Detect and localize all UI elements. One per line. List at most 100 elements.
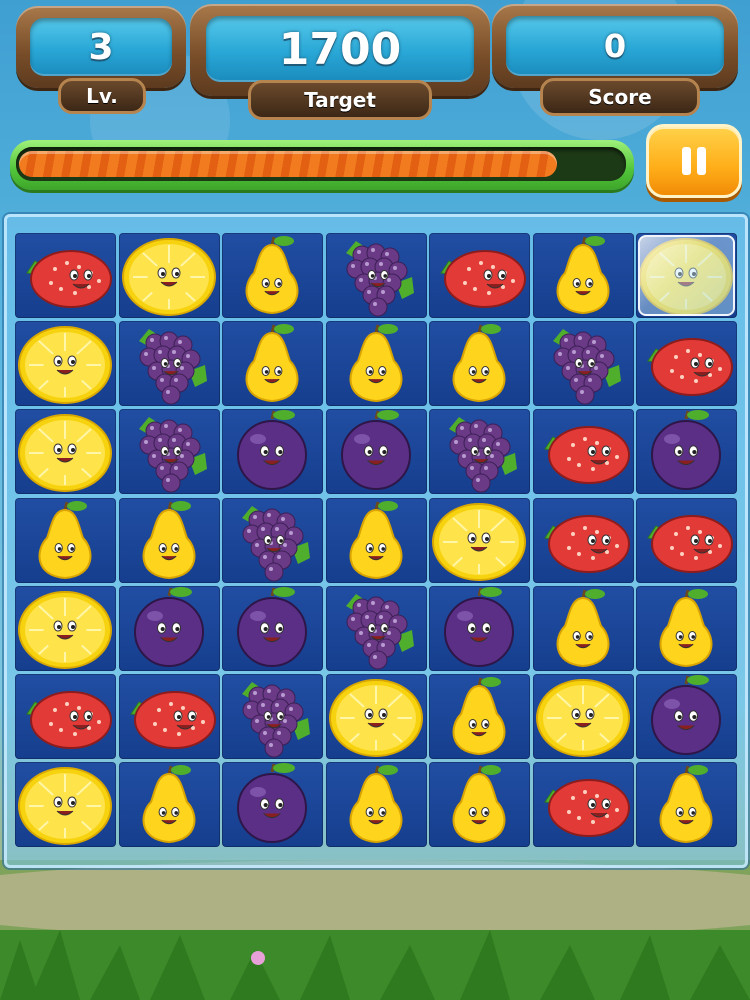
tile-pear[interactable] [325,321,427,407]
tile-lemon[interactable] [15,585,116,671]
strawberry-icon [129,691,216,749]
plum-icon [237,763,307,844]
score-value: 0 [506,16,724,76]
grape-icon [345,593,414,670]
grape-icon [138,417,207,493]
pear-icon [142,765,195,844]
tile-pear[interactable] [429,674,530,759]
grape-icon [449,417,517,493]
tile-strawberry[interactable] [429,233,530,318]
tile-pear[interactable] [118,762,220,848]
tile-plum[interactable] [222,409,323,495]
plum-icon [651,675,721,755]
plum-icon [133,586,204,667]
strawberry-icon [26,250,112,308]
strawberry-icon [543,514,630,573]
tile-pear[interactable] [532,585,634,671]
target-value: 1700 [206,16,474,82]
tile-lemon[interactable] [15,762,116,848]
tile-grid [15,233,737,849]
lemon-icon [18,414,112,493]
tile-pear[interactable] [532,233,634,318]
strawberry-icon [26,691,112,749]
game-board [4,214,748,868]
tile-strawberry[interactable] [532,497,634,583]
pear-icon [349,765,402,844]
pause-button[interactable] [646,124,742,198]
lemon-icon [18,767,112,846]
tile-strawberry[interactable] [15,233,116,318]
strawberry-icon [543,426,630,485]
tile-strawberry[interactable] [636,497,737,583]
tile-lemon[interactable] [325,674,427,759]
lemon-icon [328,679,423,757]
grape-icon [552,329,621,405]
tile-strawberry[interactable] [636,321,737,407]
tile-pear[interactable] [429,762,530,848]
lemon-icon [18,326,112,405]
lemon-icon [121,238,216,316]
tile-plum[interactable] [222,762,323,848]
progress-fill [19,151,557,177]
tile-plum[interactable] [636,409,737,495]
tile-plum[interactable] [118,585,220,671]
tile-lemon[interactable] [532,674,634,759]
target-label: Target [248,80,432,120]
tile-plum[interactable] [325,409,427,495]
plum-icon [651,410,721,491]
tile-strawberry[interactable] [118,674,220,759]
pear-icon [245,324,299,403]
tile-grape[interactable] [118,409,220,495]
progress-bar [10,140,634,190]
tile-plum[interactable] [636,674,737,759]
tile-grape[interactable] [222,674,323,759]
pear-icon [452,677,506,756]
grape-icon [242,682,310,758]
tile-grape[interactable] [325,233,427,318]
tile-grape[interactable] [118,321,220,407]
score-panel: 0 Score [492,4,738,118]
lemon-icon [639,238,733,316]
tile-grape[interactable] [532,321,634,407]
tile-plum[interactable] [222,585,323,671]
plum-icon [237,410,307,491]
tile-grape[interactable] [222,497,323,583]
tile-pear[interactable] [222,321,323,407]
score-label: Score [540,78,700,116]
tile-pear[interactable] [636,585,737,671]
lemon-icon [18,590,112,669]
grape-icon [242,505,310,582]
pear-icon [349,500,402,579]
tile-lemon-frozen[interactable] [636,233,737,318]
lemon-icon [432,502,526,581]
tile-lemon[interactable] [429,497,530,583]
pear-icon [659,765,713,844]
grape-icon [138,329,207,405]
tile-strawberry[interactable] [532,762,634,848]
tile-pear[interactable] [15,497,116,583]
tile-lemon[interactable] [118,233,220,318]
tile-strawberry[interactable] [532,409,634,495]
tile-pear[interactable] [429,321,530,407]
pear-icon [659,588,713,667]
tile-plum[interactable] [429,585,530,671]
tile-lemon[interactable] [15,321,116,407]
tile-strawberry[interactable] [15,674,116,759]
strawberry-icon [543,779,630,838]
lemon-icon [535,679,630,757]
plum-icon [444,586,514,667]
tile-grape[interactable] [429,409,530,495]
strawberry-icon [647,338,733,397]
plum-icon [237,586,307,667]
tile-pear[interactable] [325,497,427,583]
plum-icon [340,410,411,491]
tile-pear[interactable] [222,233,323,318]
tile-pear[interactable] [325,762,427,848]
tile-grape[interactable] [325,585,427,671]
tile-pear[interactable] [636,762,737,848]
level-value: 3 [30,18,172,76]
progress-track [16,147,626,181]
tile-pear[interactable] [118,497,220,583]
tile-lemon[interactable] [15,409,116,495]
pear-icon [452,324,506,403]
